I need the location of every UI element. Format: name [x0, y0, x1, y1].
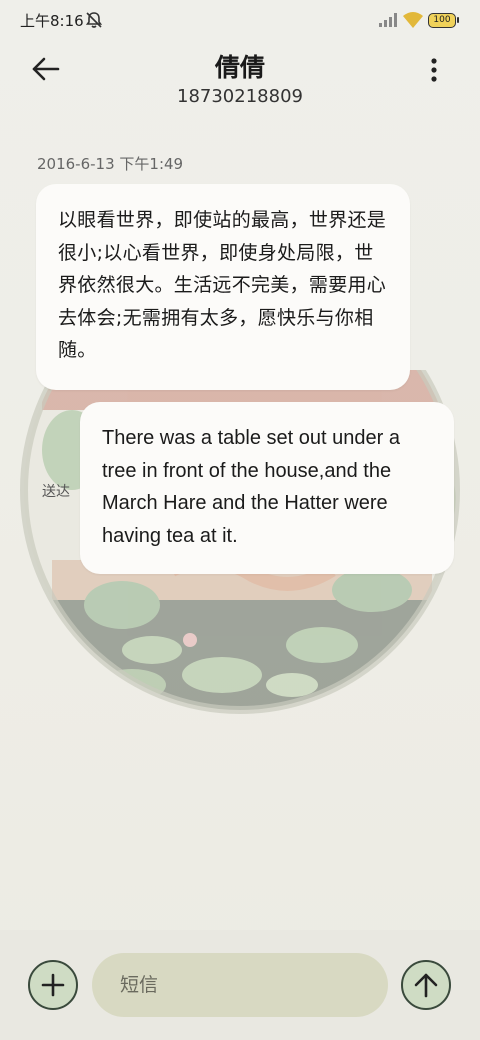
bell-muted-icon: [85, 12, 103, 28]
send-button[interactable]: [401, 960, 451, 1010]
status-bar: 上午8:16 100: [0, 0, 480, 40]
wifi-icon: [403, 12, 423, 28]
outgoing-message-text: There was a table set out under a tree i…: [102, 427, 400, 547]
send-arrow-icon: [414, 973, 438, 998]
more-vertical-icon[interactable]: [422, 56, 446, 84]
incoming-message-bubble[interactable]: 以眼看世界，即使站的最高，世界还是很小;以心看世界，即使身处局限，世界依然很大。…: [36, 184, 410, 390]
add-icon: [41, 973, 65, 997]
add-attachment-button[interactable]: [28, 960, 78, 1010]
message-timestamp: 2016-6-13 下午1:49: [37, 155, 184, 173]
status-time: 上午8:16: [20, 12, 84, 30]
message-input[interactable]: [120, 974, 360, 996]
contact-phone: 18730218809: [177, 86, 303, 107]
outgoing-message-bubble[interactable]: There was a table set out under a tree i…: [80, 402, 454, 574]
message-input-container[interactable]: [92, 953, 388, 1017]
signal-icon: [379, 13, 397, 27]
contact-name: 倩倩: [214, 53, 265, 82]
incoming-message-text: 以眼看世界，即使站的最高，世界还是很小;以心看世界，即使身处局限，世界依然很大。…: [58, 209, 387, 361]
delivery-status: 送达: [42, 484, 70, 500]
battery-icon: 100: [428, 13, 459, 28]
